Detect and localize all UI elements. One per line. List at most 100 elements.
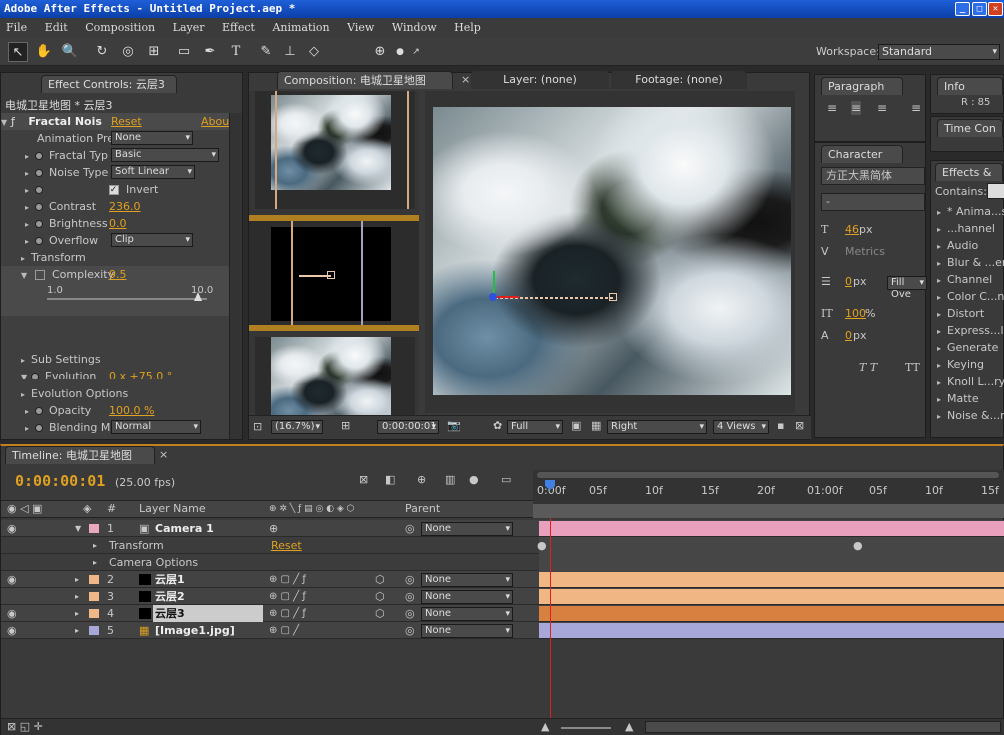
timeline-scrollbar[interactable] [645,721,1001,733]
time-controls-tab[interactable]: Time Con [937,119,1003,137]
effects-category[interactable]: ▸ Blur & ...en [931,254,1004,271]
region-of-interest-icon[interactable]: ▣ [571,419,581,432]
work-area-bar[interactable] [537,472,999,478]
hide-shy-icon[interactable]: ▥ [445,473,455,486]
camera-options-row[interactable]: ▸ Camera Options [1,554,1004,571]
layer-name[interactable]: [Image1.jpg] [155,622,235,639]
channel-icon[interactable]: ✿ [493,419,502,432]
layer-row-cloud3[interactable]: ◉ ▸ 4 云层3 ⊕ ▢ ╱ ƒ ⬡ ◎ None [1,605,1004,622]
expand-triangle[interactable]: ▸ [75,622,79,639]
kerning-value[interactable]: Metrics [845,245,885,258]
expand-triangle[interactable]: ▸ [93,537,97,554]
effects-category[interactable]: ▸ Distort [931,305,1003,322]
sub-settings-row[interactable]: ▸ Sub Settings [1,351,101,368]
label-color-swatch[interactable] [89,592,99,601]
time-navigator[interactable] [533,504,1004,518]
expand-triangle[interactable]: ▸ [75,605,79,622]
grid-icon[interactable]: ⊞ [341,419,350,432]
comp-mini-flowchart-icon[interactable]: ⊠ [359,473,368,486]
overflow-dropdown[interactable]: Clip [111,233,193,247]
always-preview-icon[interactable]: ⊡ [253,420,262,433]
pickwhip-icon[interactable]: ◎ [405,605,415,622]
layer-switches-icon[interactable]: ⊕ ▢ ╱ ƒ [269,605,306,622]
font-style-field[interactable]: - [821,193,925,211]
layer-name[interactable]: 云层3 [153,605,263,622]
pickwhip-icon[interactable]: ◎ [405,520,415,537]
effects-category[interactable]: ▸ Knoll L...ry [931,373,1004,390]
3d-layer-icon[interactable]: ⬡ [375,588,385,605]
axis-mode-icon[interactable]: ⊕ [370,42,390,62]
character-tab[interactable]: Character [821,145,903,163]
paragraph-tab[interactable]: Paragraph [821,77,903,95]
menu-animation[interactable]: Animation [272,21,329,34]
all-caps-icon[interactable]: TT [905,361,920,374]
layer-switches-icon[interactable]: ⊕ ▢ ╱ ƒ [269,571,306,588]
effects-category[interactable]: ▸ Express...ls [931,322,1004,339]
timeline-zoom-slider[interactable] [561,727,611,729]
menu-composition[interactable]: Composition [85,21,155,34]
menu-edit[interactable]: Edit [45,21,68,34]
brightness-value[interactable]: 0.0 [109,215,127,232]
effect-reset-link[interactable]: Reset [111,113,142,130]
pickwhip-icon[interactable]: ◎ [405,571,415,588]
selected-view[interactable] [249,215,419,331]
transparency-grid-icon[interactable]: ▦ [591,419,601,432]
parent-dropdown[interactable]: None [421,573,513,587]
effects-category[interactable]: ▸ Generate [931,339,1003,356]
timeline-tab-close-icon[interactable]: × [159,448,168,461]
fast-previews-icon[interactable]: ⊠ [795,419,804,432]
toggle-switches-icon[interactable]: ⊠ ◱ ✛ [7,720,43,733]
brush-tool-icon[interactable]: ✎ [256,42,276,62]
expand-triangle[interactable]: ▸ [75,571,79,588]
effect-controls-scrollbar[interactable] [229,113,242,439]
composition-tab[interactable]: Composition: 电城卫星地图 [277,71,453,89]
selection-tool-icon[interactable]: ↖ [8,42,28,62]
timeline-current-time[interactable]: 0:00:00:01 [15,472,105,490]
transform-group-row[interactable]: ▸ Transform Reset ● ● [1,537,1004,554]
parent-dropdown[interactable]: None [421,624,513,638]
justify-icon[interactable]: ≡ [911,101,921,115]
label-color-swatch[interactable] [89,609,99,618]
label-color-swatch[interactable] [89,626,99,635]
stroke-width-value[interactable]: 0 [845,275,852,288]
complexity-stopwatch-icon[interactable] [34,270,45,280]
motion-blur-icon[interactable]: ▭ [501,473,511,486]
label-color-swatch[interactable] [89,524,99,533]
menu-window[interactable]: Window [392,21,437,34]
magnification-dropdown[interactable]: (16.7%) [271,420,323,434]
effects-category[interactable]: ▸ Matte [931,390,1003,407]
expand-triangle[interactable]: ▸ [75,588,79,605]
live-update-icon[interactable]: ◧ [385,473,395,486]
zoom-tool-icon[interactable]: 🔍 [60,42,80,62]
complexity-slider-track[interactable] [47,298,207,300]
effects-category[interactable]: ▸ Channel [931,271,1003,288]
shy-switch-icon[interactable]: ⊕ [269,520,278,537]
parent-dropdown[interactable]: None [421,590,513,604]
current-time-field[interactable]: 0:00:00:01 [377,420,439,434]
camera-target[interactable] [327,271,335,279]
keyframe-marker[interactable]: ● [537,537,547,554]
align-center-icon[interactable]: ≡ [851,101,862,115]
orbit-camera-tool-icon[interactable]: ◎ [118,42,138,62]
menu-layer[interactable]: Layer [173,21,205,34]
parent-dropdown[interactable]: None [421,522,513,536]
3d-view-dropdown[interactable]: Right [607,420,707,434]
layer-row-image[interactable]: ◉ ▸ 5 ▦ [Image1.jpg] ⊕ ▢ ╱ ◎ None [1,622,1004,639]
effects-category[interactable]: ▸ Audio [931,237,1003,254]
effects-category[interactable]: ▸ Noise &...n [931,407,1004,424]
noise-type-dropdown[interactable]: Soft Linear [111,165,195,179]
resolution-dropdown[interactable]: Full [507,420,563,434]
effect-about-link[interactable]: Abou [201,113,229,130]
complexity-value[interactable]: 9.5 [109,266,127,283]
effect-controls-tab[interactable]: Effect Controls: 云层3 [41,75,177,93]
expand-triangle[interactable]: ▼ [75,520,81,537]
vertical-scale-value[interactable]: 100 [845,307,866,320]
contrast-value[interactable]: 236.0 [109,198,141,215]
opacity-value[interactable]: 100.0 % [109,402,154,419]
layer-row-camera[interactable]: ◉ ▼ 1 ▣ Camera 1 ⊕ ◎ None [1,520,1004,537]
layer-name-header[interactable]: Layer Name [139,501,206,517]
layer-row-cloud1[interactable]: ◉ ▸ 2 云层1 ⊕ ▢ ╱ ƒ ⬡ ◎ None [1,571,1004,588]
layer-duration-bar[interactable] [539,606,1004,621]
video-visibility-icon[interactable]: ◉ [7,571,17,588]
layer-switches-icon[interactable]: ⊕ ▢ ╱ ƒ [269,588,306,605]
